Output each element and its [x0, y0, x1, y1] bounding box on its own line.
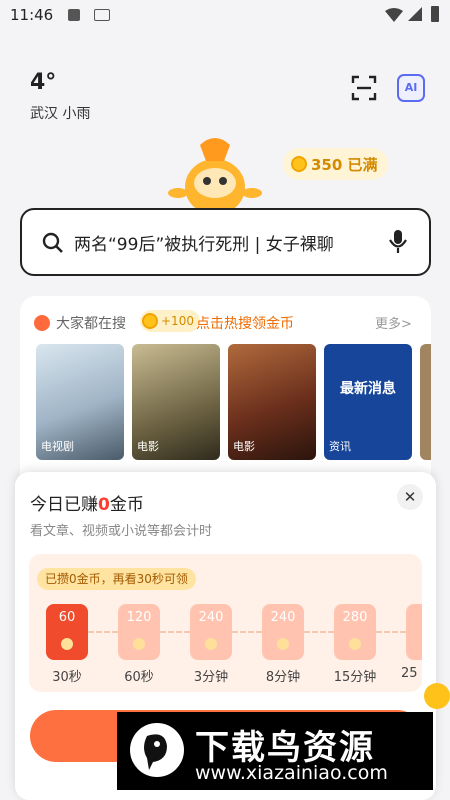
- status-bar: 11:46: [0, 0, 450, 32]
- watermark: 下载鸟资源 www.xiazainiao.com: [117, 712, 433, 790]
- progress-connector: [88, 631, 118, 633]
- reward-amount: 280: [342, 610, 368, 625]
- reward-time: 3分钟: [193, 670, 229, 685]
- search-box[interactable]: 两名“99后”被执行死刑 | 女子裸聊: [20, 208, 431, 276]
- reward-envelope[interactable]: 240: [190, 604, 232, 660]
- panel-title-suffix: 金币: [109, 495, 144, 515]
- reward-envelope[interactable]: 120: [118, 604, 160, 660]
- battery-icon: [431, 6, 439, 22]
- hot-search-card: 大家都在搜 +100 点击热搜领金币 更多> 电视剧 电影 电影 最新消息 资讯: [20, 296, 431, 496]
- hot-item-headline: 最新消息: [340, 381, 396, 397]
- keyboard-icon: [94, 9, 110, 21]
- hot-item-tag: 资讯: [329, 440, 351, 453]
- coin-icon: [142, 313, 158, 329]
- close-button[interactable]: ✕: [397, 484, 423, 510]
- more-link[interactable]: 更多>: [375, 313, 412, 332]
- hot-reward-amount: +100: [161, 314, 194, 328]
- hot-item-thumbnail[interactable]: 电视剧: [36, 344, 124, 460]
- hot-item-thumbnail[interactable]: 电影: [132, 344, 220, 460]
- hot-item-thumbnail[interactable]: [420, 344, 431, 460]
- bird-logo-icon: [130, 723, 184, 777]
- ai-assistant-button[interactable]: AI: [397, 74, 425, 102]
- reward-envelope[interactable]: 60: [46, 604, 88, 660]
- reward-time: 15分钟: [333, 670, 377, 685]
- hot-reward-badge[interactable]: +100: [140, 310, 200, 332]
- reward-envelope[interactable]: 280: [334, 604, 376, 660]
- reward-envelope[interactable]: [406, 604, 422, 660]
- hot-search-title: 大家都在搜: [56, 316, 126, 332]
- reward-amount: 120: [126, 610, 152, 625]
- panel-subtitle: 看文章、视频或小说等都会计时: [30, 524, 213, 539]
- hot-item-thumbnail[interactable]: 最新消息 资讯: [324, 344, 412, 460]
- progress-hint: 已攒0金币，再看30秒可领: [37, 568, 196, 590]
- wifi-icon: [385, 8, 403, 22]
- signal-icon: [408, 7, 422, 21]
- reward-time: 25: [401, 666, 418, 681]
- earned-coin-count: 0: [98, 495, 110, 515]
- coin-icon: [291, 156, 307, 172]
- coin-icon: [133, 638, 145, 650]
- coin-icon: [205, 638, 217, 650]
- search-icon: [42, 232, 63, 253]
- hot-item-tag: 电视剧: [41, 440, 74, 453]
- reward-amount: 60: [58, 610, 76, 625]
- search-query[interactable]: 两名“99后”被执行死刑 | 女子裸聊: [74, 230, 374, 255]
- microphone-icon[interactable]: [388, 229, 408, 255]
- hot-item-tag: 电影: [137, 440, 159, 453]
- reward-amount: 240: [198, 610, 224, 625]
- panel-title: 今日已赚0金币: [30, 490, 144, 515]
- hot-promo-link[interactable]: 点击热搜领金币: [196, 313, 294, 333]
- progress-connector: [232, 631, 262, 633]
- status-time: 11:46: [10, 6, 54, 24]
- floating-coin-icon[interactable]: [424, 683, 450, 709]
- panel-title-prefix: 今日已赚: [30, 495, 98, 515]
- reward-amount: 240: [270, 610, 296, 625]
- hot-item-thumbnail[interactable]: 电影: [228, 344, 316, 460]
- coin-icon: [349, 638, 361, 650]
- reward-time: 30秒: [52, 670, 82, 685]
- hot-search-icon: [34, 315, 50, 331]
- progress-connector: [160, 631, 190, 633]
- reward-envelope[interactable]: 240: [262, 604, 304, 660]
- coin-icon: [277, 638, 289, 650]
- mascot-icon[interactable]: [160, 135, 270, 215]
- hot-item-tag: 电影: [233, 440, 255, 453]
- progress-connector: [376, 631, 406, 633]
- reward-time: 8分钟: [265, 670, 301, 685]
- progress-connector: [304, 631, 334, 633]
- reward-progress: 已攒0金币，再看30秒可领 60 120 240 240 280 30秒 60秒…: [29, 554, 422, 692]
- watermark-url: www.xiazainiao.com: [195, 762, 388, 784]
- weather-temperature[interactable]: 4°: [30, 70, 56, 95]
- coin-icon: [61, 638, 73, 650]
- scan-icon[interactable]: [350, 74, 378, 102]
- a-notification-icon: [68, 9, 80, 21]
- coin-balance-label: 350 已满: [311, 155, 378, 174]
- weather-location[interactable]: 武汉 小雨: [30, 103, 90, 123]
- reward-time: 60秒: [124, 670, 154, 685]
- ai-label: AI: [404, 81, 418, 94]
- coin-balance-badge[interactable]: 350 已满: [283, 148, 388, 180]
